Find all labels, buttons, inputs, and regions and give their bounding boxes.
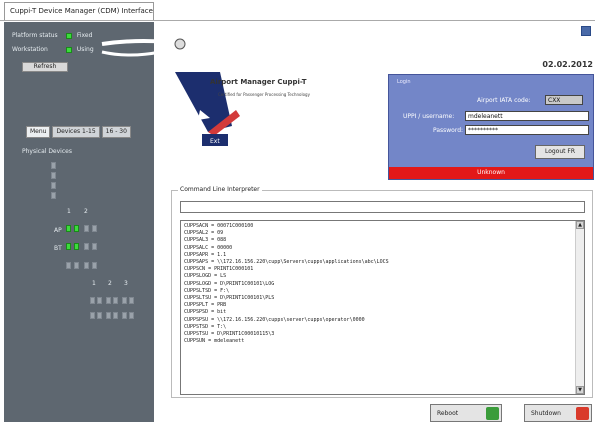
workstation-status-row: Workstation Using: [12, 46, 94, 55]
output-line: CUPPSCN = PRINT1C000101: [184, 266, 254, 273]
device-slot-icon[interactable]: [97, 297, 102, 304]
window-title-tab[interactable]: Cuppi-T Device Manager (CDM) Interface: [4, 2, 154, 20]
device-slot-icon[interactable]: [84, 262, 89, 269]
device-slot-icon[interactable]: [97, 312, 102, 319]
device-tabs: Menu Devices 1-15 16 - 30: [26, 126, 131, 138]
device-ap-2b-icon[interactable]: [92, 225, 97, 232]
device-slot-icon[interactable]: [51, 192, 56, 199]
shutdown-button[interactable]: Shutdown: [524, 404, 592, 422]
device-bt-2-icon[interactable]: [84, 243, 89, 250]
airport-code-field[interactable]: CXX: [545, 95, 583, 105]
device-slot-icon[interactable]: [51, 182, 56, 189]
device-slot-icon[interactable]: [122, 312, 127, 319]
device-slot-icon[interactable]: [129, 312, 134, 319]
output-line: CUPPSLTSU = D\PRINT1C00101\PLS: [184, 295, 275, 302]
device-column-label: 1: [92, 280, 96, 287]
sidebar: Platform status Fixed Workstation Using …: [4, 22, 154, 422]
workstation-status-label: Workstation: [12, 46, 48, 53]
device-column-label: 1: [67, 208, 71, 215]
login-title: Login: [397, 79, 411, 85]
output-line: CUPPSLOGD = LS: [184, 273, 227, 280]
password-label: Password:: [433, 127, 464, 134]
output-line: CUPPSPSD = bit: [184, 309, 227, 316]
output-line: CUPPSAL3 = 088: [184, 237, 227, 244]
current-date: 02.02.2012: [542, 60, 593, 69]
device-slot-icon[interactable]: [90, 297, 95, 304]
device-bt-1b-icon[interactable]: [74, 243, 79, 250]
device-slot-icon[interactable]: [74, 262, 79, 269]
device-slot-icon[interactable]: [106, 312, 111, 319]
username-field[interactable]: mdeleanett: [465, 111, 589, 121]
device-slot-icon[interactable]: [122, 297, 127, 304]
device-column-label: 2: [108, 280, 112, 287]
username-label: UPPI / username:: [403, 113, 455, 120]
output-line: CUPPSTSU = D\PRINT1C00010115\3: [184, 331, 275, 338]
device-ap-2-icon[interactable]: [84, 225, 89, 232]
platform-status-value: Fixed: [76, 32, 93, 39]
output-line: CUPPSLTSD = F:\: [184, 287, 230, 294]
command-input[interactable]: [180, 201, 585, 213]
scroll-down-icon[interactable]: ▼: [576, 386, 584, 394]
scroll-up-icon[interactable]: ▲: [576, 221, 584, 229]
device-slot-icon[interactable]: [51, 172, 56, 179]
command-line-legend: Command Line Interpreter: [178, 186, 262, 193]
platform-status-label: Platform status: [12, 32, 58, 39]
output-line: CUPPSLOGD = D\PRINT1C00101\LOG: [184, 280, 275, 287]
airport-code-label: Airport IATA code:: [477, 97, 531, 104]
window-menu-icon[interactable]: [581, 26, 591, 36]
logo-title: Airport Manager Cuppi-T: [210, 78, 307, 86]
login-status-bar: Unknown: [389, 167, 593, 179]
output-line: CUPPSAPS = \\172.16.156.220\cupp\Servers…: [184, 259, 389, 266]
device-bt-2b-icon[interactable]: [92, 243, 97, 250]
tab-menu[interactable]: Menu: [26, 126, 51, 138]
device-ap-1b-icon[interactable]: [74, 225, 79, 232]
workstation-status-led-icon: [65, 46, 72, 53]
device-slot-icon[interactable]: [129, 297, 134, 304]
physical-devices-label: Physical Devices: [22, 148, 72, 155]
output-line: CUPPSAPR = 1.1: [184, 251, 227, 258]
workstation-status-value: Using: [76, 46, 94, 53]
device-slot-icon[interactable]: [66, 262, 71, 269]
login-panel: Login Airport IATA code: CXX UPPI / user…: [388, 74, 594, 180]
reboot-button[interactable]: Reboot: [430, 404, 502, 422]
tab-devices-1-15[interactable]: Devices 1-15: [52, 126, 100, 138]
status-panel: Platform status Fixed Workstation Using …: [8, 26, 103, 72]
device-slot-icon[interactable]: [113, 312, 118, 319]
device-row-label-bt: BT: [54, 245, 62, 252]
platform-status-led-icon: [65, 32, 72, 39]
logo-badge: Ext: [210, 138, 220, 145]
device-slot-icon[interactable]: [51, 162, 56, 169]
device-bt-1-icon[interactable]: [66, 243, 71, 250]
output-line: CUPPSPSU = \\172.16.156.220\cupps\server…: [184, 316, 365, 323]
shutdown-icon: [576, 407, 589, 420]
cable-connector-icon: [101, 38, 186, 57]
platform-status-row: Platform status Fixed: [12, 32, 92, 41]
tab-devices-16-30[interactable]: 16 - 30: [101, 126, 131, 138]
command-output[interactable]: CUPPSACN = 00071C000100 CUPPSAL2 = 09 CU…: [180, 220, 585, 395]
output-line: CUPPSPLT = PRB: [184, 302, 227, 309]
window-top-border: [0, 20, 595, 21]
device-slot-icon[interactable]: [92, 262, 97, 269]
password-field[interactable]: **********: [465, 125, 589, 135]
output-line: CUPPSAL2 = 09: [184, 230, 224, 237]
output-line: CUPPSTSD = T:\: [184, 323, 227, 330]
device-row-label-ap: AP: [54, 227, 62, 234]
output-line: CUPPSUN = mdeleanett: [184, 338, 245, 345]
output-line: CUPPSACN = 00071C000100: [184, 223, 254, 229]
logo-subtitle: Certified for Passenger Processing Techn…: [218, 92, 310, 97]
device-column-label: 2: [84, 208, 88, 215]
output-line: CUPPSALC = 00000: [184, 244, 233, 251]
device-slot-icon[interactable]: [113, 297, 118, 304]
device-slot-icon[interactable]: [90, 312, 95, 319]
device-ap-1-icon[interactable]: [66, 225, 71, 232]
output-scrollbar[interactable]: ▲ ▼: [575, 221, 584, 394]
shutdown-label: Shutdown: [531, 410, 561, 417]
refresh-button[interactable]: Refresh: [22, 62, 68, 72]
device-column-label: 3: [124, 280, 128, 287]
reboot-icon: [486, 407, 499, 420]
logout-button[interactable]: Logout FR: [535, 145, 585, 159]
reboot-label: Reboot: [437, 410, 459, 417]
device-slot-icon[interactable]: [106, 297, 111, 304]
